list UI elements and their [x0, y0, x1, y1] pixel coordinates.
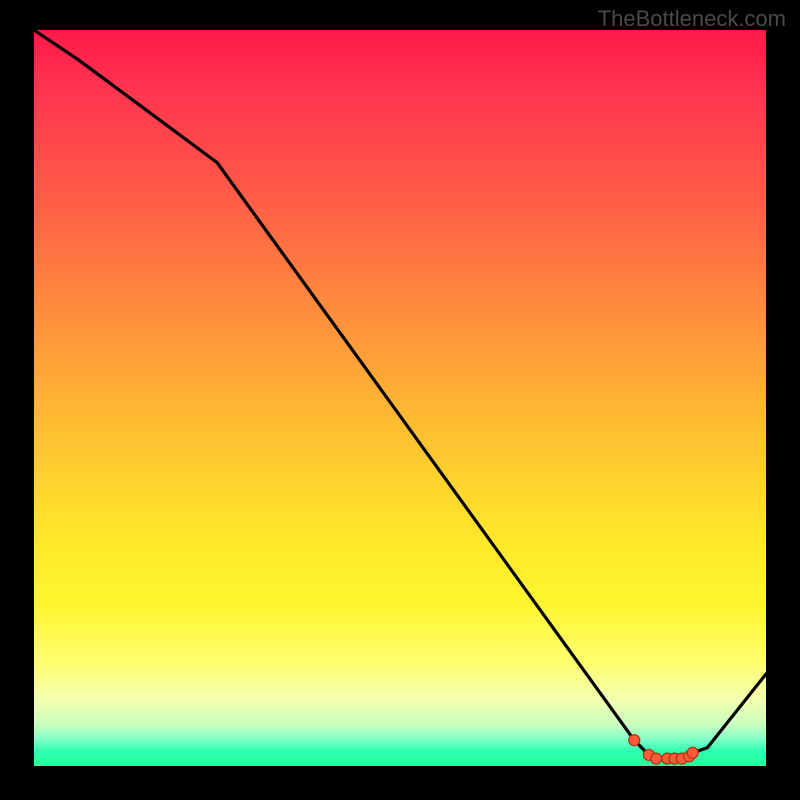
data-marker: [687, 747, 698, 758]
chart-overlay: [34, 30, 766, 766]
data-markers: [629, 735, 699, 764]
data-line: [34, 30, 766, 759]
watermark-text: TheBottleneck.com: [598, 6, 786, 32]
data-marker: [629, 735, 640, 746]
chart-plot-area: [34, 30, 766, 766]
data-marker: [651, 753, 662, 764]
